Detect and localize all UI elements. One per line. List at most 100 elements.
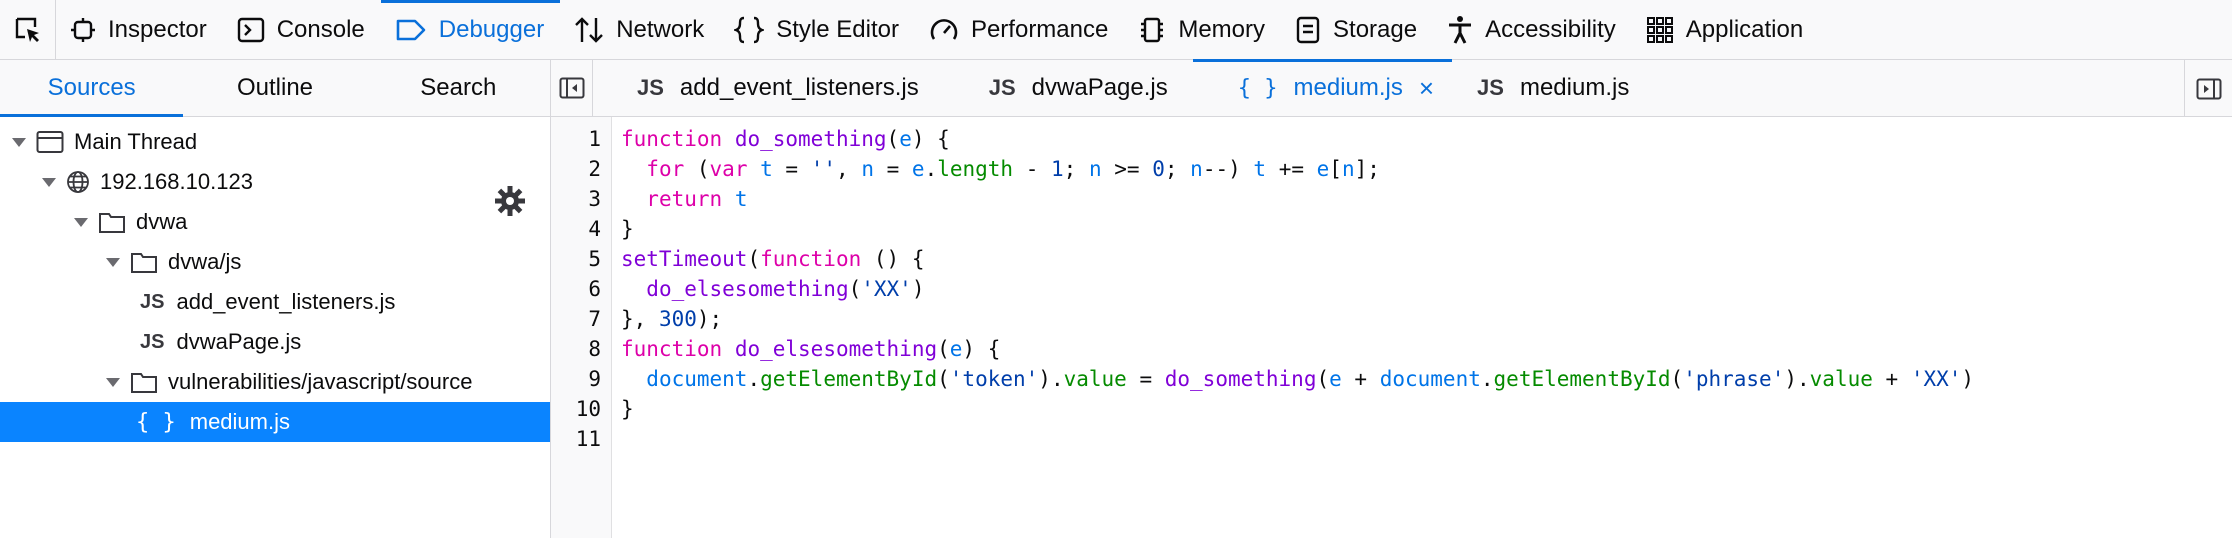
code-line[interactable]: document.getElementById('token').value =… [621,367,1974,391]
editor-tab[interactable]: JS add_event_listeners.js [593,60,944,116]
tab-storage[interactable]: Storage [1281,0,1433,60]
js-file-icon: JS [140,330,165,353]
code-line[interactable]: setTimeout(function () { [621,247,924,271]
code-line[interactable]: }, 300); [621,307,722,331]
tree-item-label: dvwa/js [168,249,242,274]
tab-debugger[interactable]: Debugger [380,0,561,60]
tree-item-folder[interactable]: vulnerabilities/javascript/source [0,362,550,402]
close-icon[interactable]: × [1419,73,1434,104]
code-line[interactable]: function do_elsesomething(e) { [621,337,1000,361]
tab-label: Storage [1333,16,1418,43]
debugger-icon [396,19,426,41]
line-number[interactable]: 3 [588,187,601,211]
tree-item-host[interactable]: 192.168.10.123 [0,162,550,202]
line-number[interactable]: 6 [588,277,601,301]
sources-panel: Sources Outline Search Main Thread 192.1… [0,60,551,538]
toggle-debugger-pane-button[interactable] [2184,60,2232,117]
code-editor[interactable]: function do_something(e) { for (var t = … [612,117,2232,538]
tree-item-label: dvwa [136,209,188,234]
sidebar-collapse-icon [559,77,584,99]
line-number[interactable]: 2 [588,157,601,181]
tab-network[interactable]: Network [560,0,720,60]
element-picker-icon [15,17,39,42]
toggle-sources-pane-button[interactable] [551,60,593,116]
inspector-icon [71,18,95,42]
editor-tab-label: medium.js [1519,74,1630,101]
editor-tabs: JS add_event_listeners.js JS dvwaPage.js… [551,59,2232,117]
tab-label: Console [276,16,365,43]
chevron-down-icon[interactable] [12,137,26,147]
line-number[interactable]: 4 [588,217,601,241]
sources-tabs: Sources Outline Search [0,60,550,117]
tree-item-label: vulnerabilities/javascript/source [168,369,473,394]
editor-tab-label: medium.js [1293,74,1403,101]
code-line[interactable]: } [621,217,634,241]
line-number[interactable]: 10 [576,397,601,421]
code-line[interactable]: return t [621,187,747,211]
tab-label: Network [616,16,705,43]
chevron-down-icon[interactable] [106,377,120,387]
line-number[interactable]: 5 [588,247,601,271]
js-file-icon: JS [1477,75,1504,100]
tree-item-label: 192.168.10.123 [100,169,253,194]
tab-label: Memory [1178,16,1266,43]
sidebar-expand-icon [2196,78,2221,99]
editor-tab-active[interactable]: { } medium.js × [1192,59,1453,116]
memory-chip-icon [1141,17,1164,43]
line-number[interactable]: 9 [588,367,601,391]
tree-item-label: dvwaPage.js [176,329,302,354]
pretty-print-icon: { } [136,409,176,435]
tab-accessibility[interactable]: Accessibility [1433,0,1632,60]
tree-item-file-selected[interactable]: { } medium.js [0,402,550,442]
folder-icon [98,210,126,234]
chevron-down-icon[interactable] [42,177,56,187]
tab-inspector[interactable]: Inspector [56,0,223,60]
storage-icon [1296,16,1320,44]
tab-label: Inspector [108,16,207,43]
tab-application[interactable]: Application [1632,0,1819,60]
tab-console[interactable]: Console [223,0,381,60]
tab-label: Performance [970,16,1109,43]
tab-memory[interactable]: Memory [1124,0,1281,60]
tab-sources[interactable]: Sources [0,60,184,117]
tab-label: Debugger [438,16,545,43]
gauge-icon [930,19,958,40]
line-number[interactable]: 11 [576,427,601,451]
line-number-gutter[interactable]: 1 2 3 4 5 6 7 8 9 10 11 [551,117,612,538]
tree-item-folder[interactable]: dvwa/js [0,242,550,282]
window-icon [36,130,64,154]
folder-icon [130,370,158,394]
code-line[interactable]: } [621,397,634,421]
braces-icon [734,16,765,44]
tree-item-label: Main Thread [74,129,198,154]
line-number[interactable]: 7 [588,307,601,331]
editor-tab[interactable]: JS dvwaPage.js [944,60,1193,116]
tab-search[interactable]: Search [367,60,550,116]
editor-tab-label: add_event_listeners.js [679,74,919,101]
line-number[interactable]: 1 [588,127,601,151]
globe-icon [66,170,90,194]
element-picker-button[interactable] [0,0,56,60]
tree-item-file[interactable]: JS dvwaPage.js [0,322,550,362]
js-file-icon: JS [140,290,165,313]
devtools-toolbar: Inspector Console Debugger Network Style… [0,0,2232,60]
tree-item-file[interactable]: JS add_event_listeners.js [0,282,550,322]
code-line[interactable]: function do_something(e) { [621,127,950,151]
tree-item-main-thread[interactable]: Main Thread [0,122,550,162]
code-line[interactable]: for (var t = '', n = e.length - 1; n >= … [621,157,1380,181]
chevron-down-icon[interactable] [74,217,88,227]
tab-outline[interactable]: Outline [183,60,366,116]
tree-item-label: medium.js [189,409,290,434]
line-number[interactable]: 8 [588,337,601,361]
editor-tab[interactable]: JS medium.js [1452,60,1654,116]
pretty-print-icon: { } [1237,75,1278,101]
tree-item-folder[interactable]: dvwa [0,202,550,242]
tree-item-label: add_event_listeners.js [176,289,396,314]
chevron-down-icon[interactable] [106,257,120,267]
console-icon [237,17,264,43]
tab-label: Application [1685,16,1804,43]
tab-style-editor[interactable]: Style Editor [720,0,915,60]
editor-tab-label: dvwaPage.js [1031,74,1168,101]
code-line[interactable]: do_elsesomething('XX') [621,277,924,301]
tab-performance[interactable]: Performance [915,0,1124,60]
